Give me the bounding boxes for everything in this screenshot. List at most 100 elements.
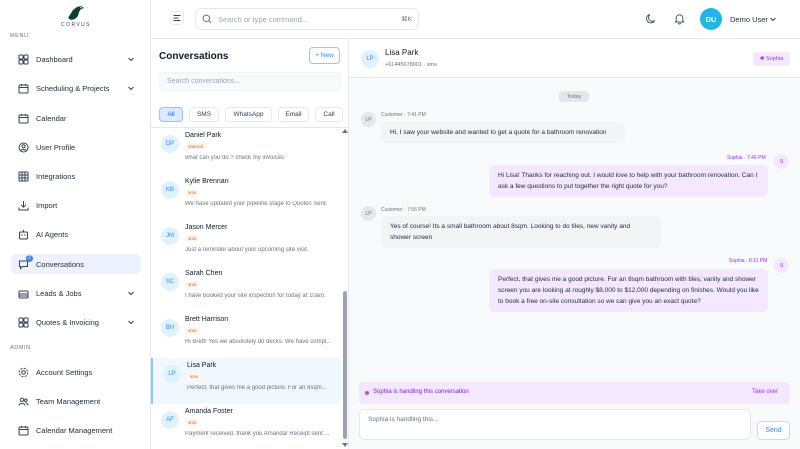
channel-badge: sms <box>187 373 202 380</box>
chat-contact-phone: +61445678901 · sms <box>385 62 437 68</box>
message-preview: what can you do ? check my invoices <box>185 155 285 161</box>
sidebar-item-calendar-management[interactable]: Calendar Management <box>11 420 141 440</box>
message-bubble-incoming: Hi, I saw your website and wanted to get… <box>381 122 625 143</box>
conversation-item[interactable]: JM Jason Mercer sms Just a reminder abou… <box>151 220 341 266</box>
grid-icon <box>18 317 29 328</box>
filter-sms[interactable]: SMS <box>189 107 219 122</box>
scrollbar-thumb[interactable] <box>343 291 347 439</box>
channel-badge: sms <box>185 419 200 426</box>
chevron-down-icon <box>128 86 134 91</box>
message-meta: Sophia · 7:46 PM <box>727 155 766 161</box>
sidebar-item-user-profile[interactable]: User Profile <box>11 137 141 157</box>
briefcase-icon <box>18 288 29 299</box>
sidebar-toggle-icon[interactable] <box>170 11 184 25</box>
conversation-search-input[interactable]: Search conversations... <box>159 72 341 91</box>
message-preview: Perfect, that gives me a good picture. F… <box>187 385 327 391</box>
sidebar-item-label: Account Settings <box>36 367 93 377</box>
message-compose-input[interactable]: Sophia is handling this... <box>359 409 751 440</box>
sidebar-item-label: AI Agents <box>36 229 69 239</box>
search-icon <box>202 14 212 24</box>
sidebar-item-label: Calendar Management <box>36 425 113 435</box>
sidebar-item-label: Leads & Jobs <box>36 288 82 298</box>
brand-logo[interactable]: CORVUS <box>54 4 98 30</box>
sidebar-item-scheduling[interactable]: Scheduling & Projects <box>11 78 141 98</box>
scroll-down-arrow[interactable] <box>342 443 348 447</box>
sidebar-item-quotes-invoicing[interactable]: Quotes & Invoicing <box>11 312 141 332</box>
send-button[interactable]: Send <box>757 421 790 440</box>
sidebar-item-team-management[interactable]: Team Management <box>11 391 141 411</box>
filter-all[interactable]: All <box>159 107 183 122</box>
calendar-icon <box>18 425 29 436</box>
filter-call[interactable]: Call <box>315 107 343 122</box>
sparkle-icon <box>365 391 369 395</box>
scroll-up-arrow[interactable] <box>342 129 348 133</box>
global-search-input[interactable]: Search or type command... ⌘K <box>195 8 419 30</box>
agent-badge[interactable]: ✱ Sophia <box>753 52 790 66</box>
take-over-button[interactable]: Take over <box>752 389 778 395</box>
contact-avatar: KB <box>161 181 179 199</box>
sidebar-item-ai-agents[interactable]: AI Agents <box>11 224 141 244</box>
channel-badge: sms <box>185 189 200 196</box>
grid-icon <box>18 54 29 65</box>
download-icon <box>18 200 29 211</box>
contact-avatar: BH <box>161 319 179 337</box>
message-bubble-outgoing: Hi Lisa! Thanks for reaching out. I woul… <box>489 165 768 197</box>
contact-avatar: LP <box>361 50 379 68</box>
contact-name: Jason Mercer <box>185 224 228 231</box>
channel-badge: internal <box>185 143 206 150</box>
sidebar: CORVUS MENU Dashboard Scheduling & Proje… <box>0 0 151 449</box>
user-avatar[interactable]: DU <box>700 8 722 30</box>
chevron-down-icon <box>128 291 134 296</box>
sidebar-item-conversations[interactable]: 2 Conversations <box>11 254 141 274</box>
sidebar-item-label: Team Management <box>36 396 101 406</box>
sidebar-item-integrations[interactable]: Integrations <box>11 166 141 186</box>
user-name[interactable]: Demo User <box>730 15 768 24</box>
sidebar-item-label: User Profile <box>36 142 76 152</box>
channel-badge: sms <box>185 327 200 334</box>
filter-email[interactable]: Email <box>278 107 309 122</box>
bell-icon[interactable] <box>673 12 686 25</box>
conversation-item[interactable]: AF Amanda Foster sms Payment received, t… <box>151 404 341 449</box>
moon-icon[interactable] <box>645 12 658 25</box>
sidebar-item-dashboard[interactable]: Dashboard <box>11 49 141 69</box>
sidebar-item-calendar[interactable]: Calendar <box>11 108 141 128</box>
channel-filters: All SMS WhatsApp Email Call <box>159 107 349 122</box>
calendar-icon <box>18 113 29 124</box>
admin-section-label: ADMIN <box>10 345 31 351</box>
brand-name: CORVUS <box>61 22 91 28</box>
contact-name: Kylie Brennan <box>185 178 229 185</box>
message-bubble-outgoing: Perfect, that gives me a good picture. F… <box>489 269 768 312</box>
sidebar-item-import[interactable]: Import <box>11 195 141 215</box>
menu-section-label: MENU <box>10 33 29 39</box>
conversation-item[interactable]: DP Daniel Park internal what can you do … <box>151 128 341 174</box>
chevron-down-icon <box>128 57 134 62</box>
sidebar-item-leads-jobs[interactable]: Leads & Jobs <box>11 283 141 303</box>
chat-panel: LP Lisa Park +61445678901 · sms ✱ Sophia… <box>349 39 800 449</box>
new-conversation-button[interactable]: + New <box>309 47 340 64</box>
chat-header: LP Lisa Park +61445678901 · sms ✱ Sophia <box>349 39 800 78</box>
conversation-item[interactable]: KB Kylie Brennan sms We have updated you… <box>151 174 341 220</box>
chat-contact-name: Lisa Park <box>385 48 419 57</box>
sidebar-item-label: Calendar <box>36 113 67 123</box>
message-preview: Payment received, thank you Amanda! Rece… <box>185 431 330 437</box>
channel-badge: sms <box>185 235 200 242</box>
message-preview: I have booked your site inspection for t… <box>185 293 326 299</box>
conversation-item[interactable]: BH Brett Harrison sms Hi Brett! Yes we a… <box>151 312 341 358</box>
message-preview: Hi Brett! Yes we absolutely do decks. We… <box>185 339 332 345</box>
filter-whatsapp[interactable]: WhatsApp <box>225 107 272 122</box>
date-divider: Today <box>559 91 589 102</box>
conversations-panel: Conversations + New Search conversations… <box>151 39 349 449</box>
message-meta: Sophia · 8:11 PM <box>729 258 768 264</box>
sidebar-item-label: Integrations <box>36 171 76 181</box>
conversation-item[interactable]: SC Sarah Chen sms I have booked your sit… <box>151 266 341 312</box>
sidebar-item-account-settings[interactable]: Account Settings <box>11 362 141 382</box>
bot-icon <box>18 229 29 240</box>
customer-avatar: LP <box>361 112 376 127</box>
calendar-range-icon <box>18 83 29 94</box>
contact-avatar: SC <box>161 273 179 291</box>
conversation-item-selected[interactable]: LP Lisa Park sms Perfect, that gives me … <box>151 358 341 404</box>
message-preview: Just a reminder about your upcoming site… <box>185 247 309 253</box>
shortcut-hint: ⌘K <box>401 16 412 23</box>
message-bubble-incoming: Yes of course! Its a small bathroom abou… <box>381 216 661 248</box>
chevron-down-icon[interactable] <box>769 15 777 23</box>
